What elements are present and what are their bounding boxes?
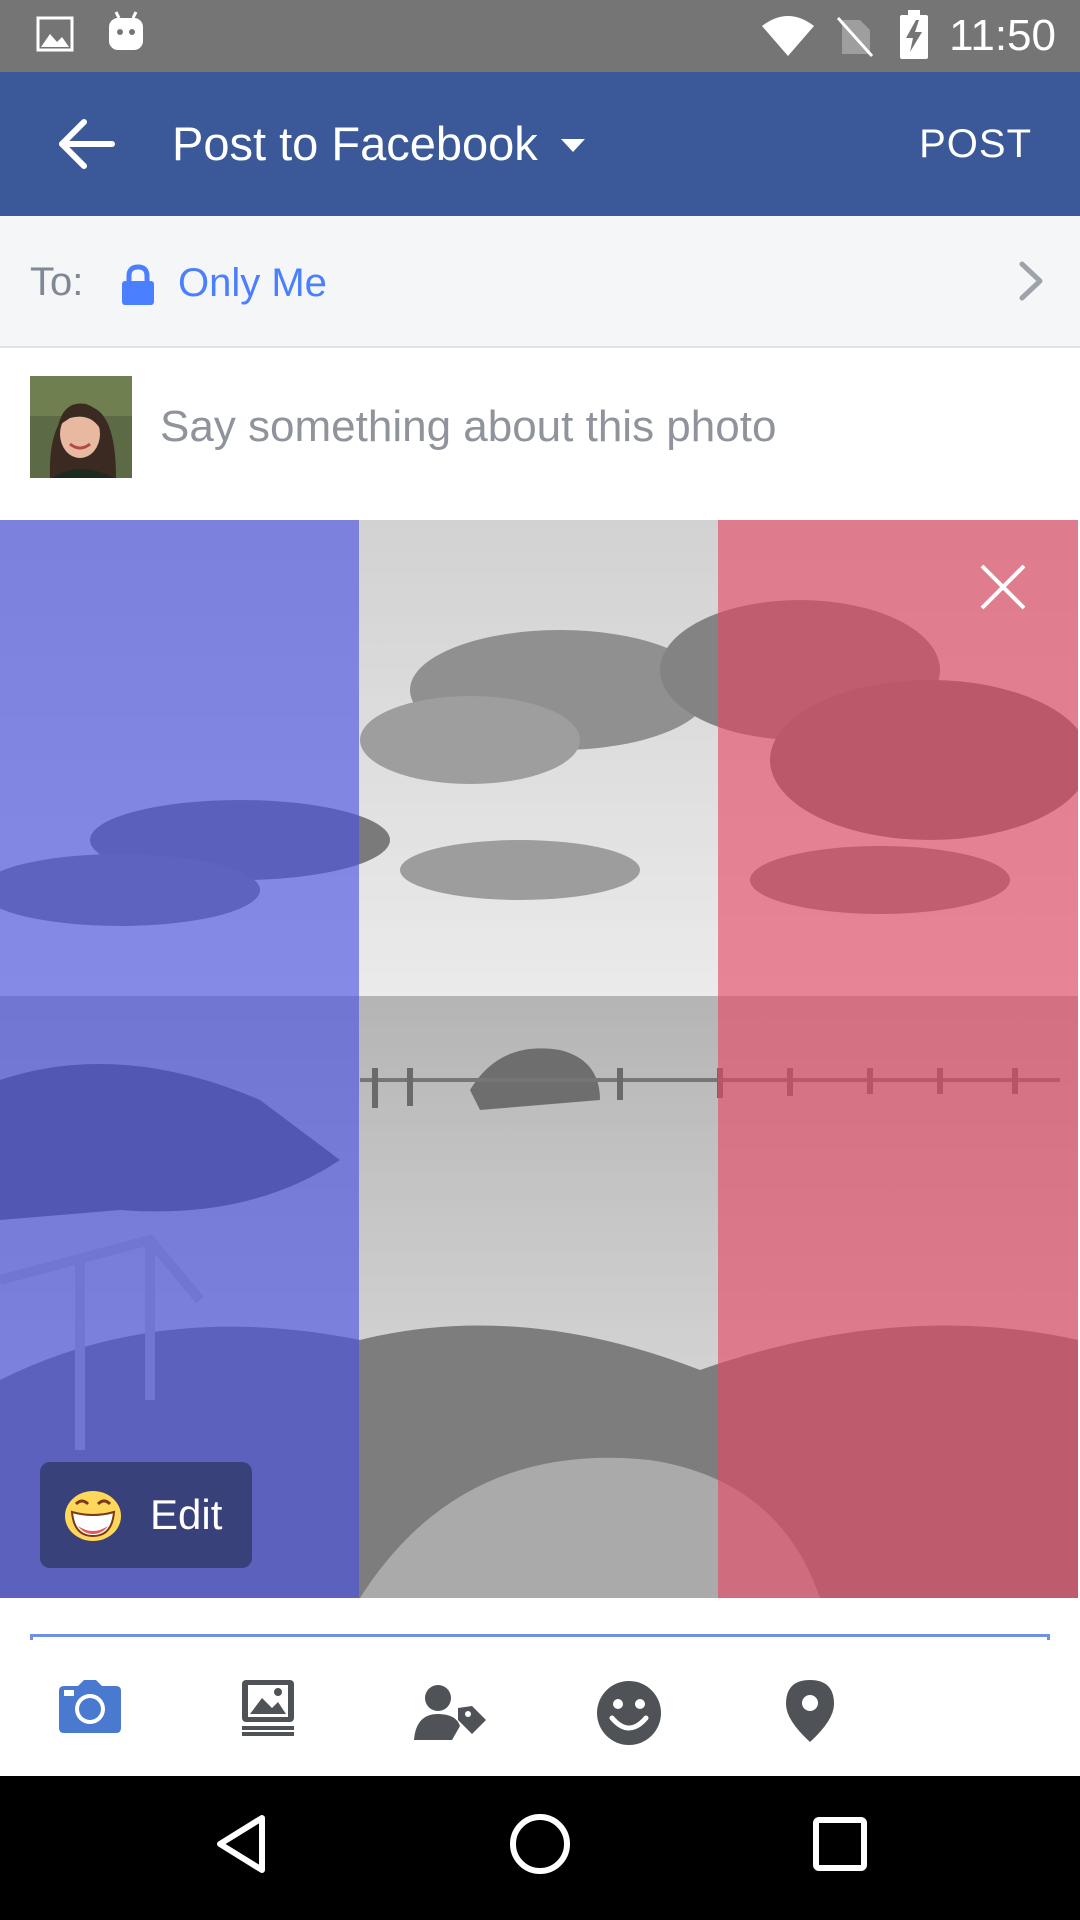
photo-gallery-icon[interactable]: [240, 1678, 298, 1736]
status-time: 11:50: [949, 11, 1056, 60]
composer: Say something about this photo: [0, 348, 1080, 520]
dropdown-caret-icon[interactable]: [560, 138, 586, 154]
lock-icon: [122, 264, 154, 305]
caption-input[interactable]: Say something about this photo: [160, 402, 776, 452]
location-icon[interactable]: [784, 1678, 836, 1744]
page-title[interactable]: Post to Facebook: [172, 116, 538, 172]
camera-icon[interactable]: [58, 1680, 122, 1734]
back-arrow-icon[interactable]: [54, 114, 120, 174]
recents-icon[interactable]: [812, 1816, 868, 1872]
audience-selector[interactable]: To: Only Me: [0, 216, 1080, 348]
beach-photo-image: [0, 520, 1078, 1598]
image-notification-icon: [36, 16, 74, 52]
chevron-right-icon[interactable]: [1016, 260, 1046, 302]
navigation-bar: [0, 1776, 1080, 1920]
photo-preview[interactable]: Edit: [0, 520, 1078, 1598]
post-button[interactable]: POST: [919, 122, 1032, 166]
to-label: To:: [30, 260, 84, 304]
feeling-icon[interactable]: [596, 1680, 662, 1746]
battery-charging-icon: [900, 10, 928, 59]
close-icon[interactable]: [978, 562, 1028, 612]
edit-button[interactable]: Edit: [40, 1462, 252, 1568]
grinning-emoji-icon: [65, 1491, 121, 1541]
back-icon[interactable]: [212, 1812, 272, 1876]
app-bar: Post to Facebook POST: [0, 72, 1080, 216]
audience-value[interactable]: Only Me: [178, 261, 327, 306]
avatar: [30, 376, 132, 478]
tag-people-icon[interactable]: [412, 1682, 488, 1742]
status-bar: 11:50: [0, 0, 1080, 72]
attachment-toolbar: [0, 1640, 1080, 1776]
wifi-icon: [762, 16, 814, 56]
home-icon[interactable]: [508, 1812, 572, 1876]
android-robot-icon: [109, 11, 143, 50]
edit-label: Edit: [150, 1491, 223, 1538]
no-sim-icon: [836, 16, 874, 58]
